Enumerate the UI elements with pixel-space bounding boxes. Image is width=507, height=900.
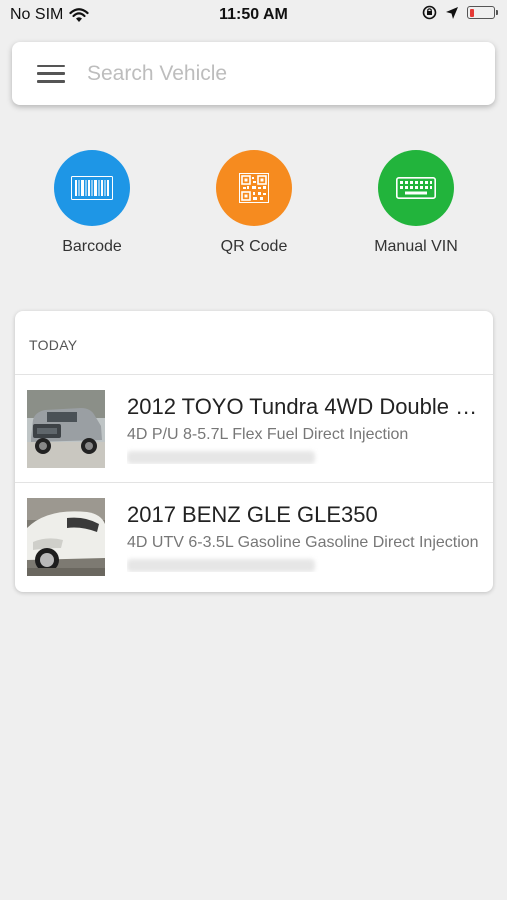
search-input[interactable] <box>85 60 469 87</box>
manual-vin-circle <box>378 150 454 226</box>
vehicle-row[interactable]: 2012 TOYO Tundra 4WD Double Cab 4D P/U 8… <box>15 375 493 483</box>
qr-code-icon <box>239 173 269 203</box>
manual-vin-button[interactable]: Manual VIN <box>351 150 481 256</box>
battery-level <box>469 8 474 17</box>
vehicle-title: 2017 BENZ GLE GLE350 <box>127 502 378 527</box>
orientation-lock-icon <box>422 5 437 20</box>
vehicle-subtitle: 4D P/U 8-5.7L Flex Fuel Direct Injection <box>127 425 409 443</box>
scan-options: Barcode QR Code Manual VIN <box>0 150 507 260</box>
barcode-label: Barcode <box>62 238 122 255</box>
section-header-today: TODAY <box>15 311 493 375</box>
vehicle-title: 2012 TOYO Tundra 4WD Double Cab <box>127 393 482 419</box>
status-bar: No SIM 11:50 AM <box>0 0 507 32</box>
vehicle-info: 2012 TOYO Tundra 4WD Double Cab 4D P/U 8… <box>127 394 482 464</box>
barcode-scan-button[interactable]: Barcode <box>27 150 157 256</box>
keyboard-icon <box>396 177 436 199</box>
location-arrow-icon <box>446 6 458 19</box>
vin-redacted <box>127 559 315 572</box>
history-card: TODAY 2012 TOYO Tundra 4WD Double Cab 4D… <box>15 311 493 592</box>
barcode-circle <box>54 150 130 226</box>
battery-icon <box>467 6 498 19</box>
vehicle-info: 2017 BENZ GLE GLE350 4D UTV 6-3.5L Gasol… <box>127 502 482 572</box>
qr-code-scan-button[interactable]: QR Code <box>189 150 319 256</box>
manual-vin-label: Manual VIN <box>374 238 458 255</box>
qr-code-circle <box>216 150 292 226</box>
qr-code-label: QR Code <box>220 238 288 255</box>
search-bar <box>12 42 495 105</box>
status-right <box>422 5 498 20</box>
hamburger-menu-icon[interactable] <box>37 64 65 83</box>
barcode-icon <box>71 176 113 200</box>
vehicle-thumbnail-suv <box>27 498 105 576</box>
vin-redacted <box>127 450 315 464</box>
vehicle-thumbnail-truck <box>27 389 105 468</box>
vehicle-subtitle: 4D UTV 6-3.5L Gasoline Gasoline Direct I… <box>127 534 479 551</box>
vehicle-row[interactable]: 2017 BENZ GLE GLE350 4D UTV 6-3.5L Gasol… <box>15 483 493 591</box>
